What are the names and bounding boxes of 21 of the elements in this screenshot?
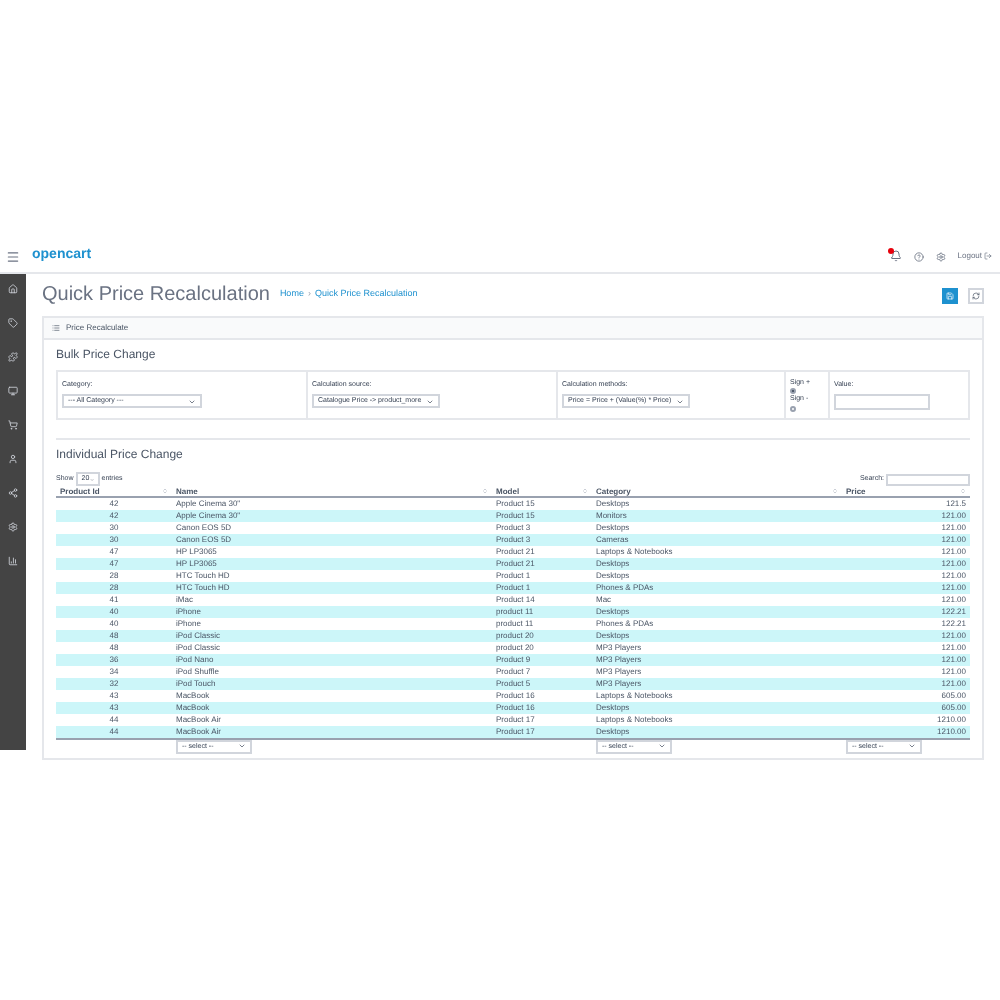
save-button[interactable] <box>942 287 958 303</box>
bell-icon[interactable] <box>889 250 902 262</box>
value-input[interactable] <box>834 394 930 411</box>
chart-icon[interactable] <box>8 556 18 566</box>
monitor-icon[interactable] <box>8 386 18 396</box>
user-icon[interactable] <box>8 454 18 464</box>
tag-icon[interactable] <box>8 318 18 328</box>
help-icon[interactable] <box>913 251 924 261</box>
list-icon <box>52 324 60 332</box>
share-icon[interactable] <box>8 488 18 498</box>
search-input[interactable] <box>886 473 970 485</box>
logout-icon <box>984 252 992 260</box>
radio-button[interactable] <box>790 405 796 411</box>
page-title: Quick Price Recalculation <box>42 282 270 310</box>
radio-button[interactable] <box>790 388 796 395</box>
refresh-button[interactable] <box>968 287 984 303</box>
puzzle-icon[interactable] <box>8 352 18 362</box>
home-icon[interactable] <box>8 284 18 294</box>
cart-icon[interactable] <box>8 420 18 430</box>
menu-icon[interactable] <box>6 249 20 263</box>
settings-icon[interactable] <box>935 251 946 261</box>
